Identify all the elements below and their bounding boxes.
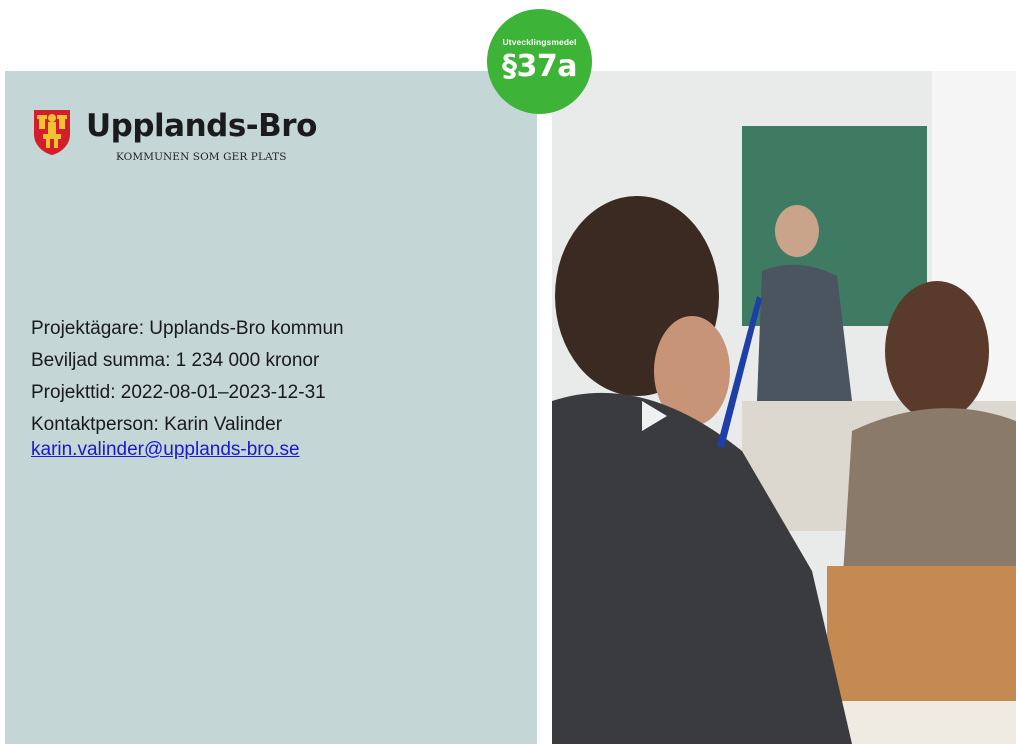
granted-amount: Beviljad summa: 1 234 000 kronor — [31, 350, 320, 371]
upplands-bro-logo: Upplands-Bro KOMMUNEN SOM GER PLATS — [32, 108, 332, 168]
badge-label: Utvecklingsmedel — [502, 37, 577, 47]
coat-of-arms-icon — [34, 110, 70, 155]
contact-person: Kontaktperson: Karin Valinder — [31, 414, 283, 435]
funding-badge: Utvecklingsmedel §37a — [487, 9, 592, 114]
project-period: Projekttid: 2022-08-01–2023-12-31 — [31, 382, 326, 403]
project-sheet: Upplands-Bro KOMMUNEN SOM GER PLATS Proj… — [0, 0, 1016, 744]
contact-email-link[interactable]: karin.valinder@upplands-bro.se — [31, 437, 511, 462]
contact-block: Kontaktperson: Karin Valinder karin.vali… — [31, 409, 511, 462]
project-details: Projektägare: Upplands-Bro kommun Bevilj… — [31, 313, 511, 462]
classroom-photo — [552, 71, 1016, 744]
project-owner: Projektägare: Upplands-Bro kommun — [31, 318, 344, 339]
logo-tagline: KOMMUNEN SOM GER PLATS — [116, 151, 287, 163]
badge-code: §37a — [502, 49, 578, 84]
logo-wordmark: Upplands-Bro — [86, 108, 317, 144]
classroom-photo-icon — [552, 71, 1016, 744]
